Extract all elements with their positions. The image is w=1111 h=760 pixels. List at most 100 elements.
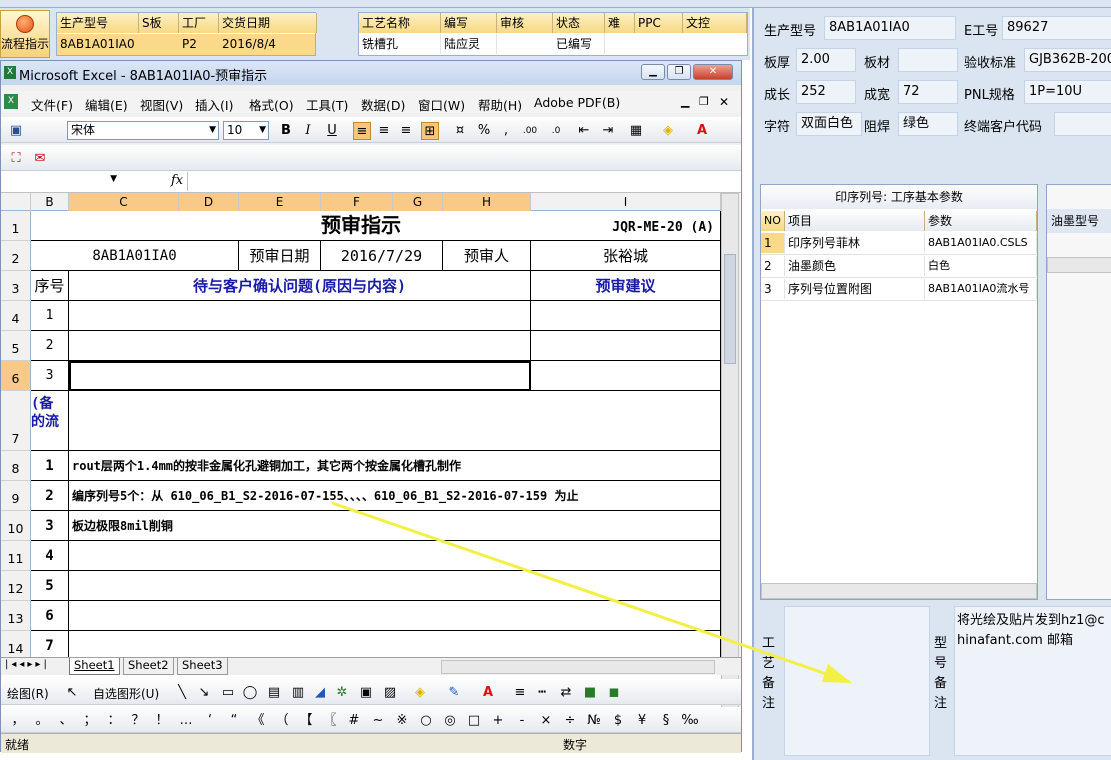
3d-icon[interactable]: ◼ — [605, 684, 623, 702]
symbol-button[interactable]: ？ — [129, 712, 147, 730]
row-header[interactable]: 6 — [1, 361, 31, 391]
issue-row-text[interactable] — [69, 331, 531, 361]
symbol-button[interactable]: 【 — [297, 712, 315, 730]
doc-restore-icon[interactable]: ❐ — [699, 95, 709, 108]
excel-titlebar[interactable]: X Microsoft Excel - 8AB1A01IA0-预审指示 ▁ ❐ … — [1, 61, 741, 85]
pdf-email-icon[interactable]: ✉ — [31, 150, 49, 168]
note-number[interactable]: 2 — [31, 481, 69, 511]
autoshape-menu[interactable]: 自选图形(U) — [93, 685, 159, 702]
name-box[interactable]: ▼ — [1, 173, 121, 190]
align-right-icon[interactable]: ≡ — [397, 122, 415, 140]
column-header[interactable]: E — [239, 193, 321, 211]
process-notes-input[interactable] — [784, 606, 930, 756]
row-header[interactable]: 8 — [1, 451, 31, 481]
oval-icon[interactable]: ◯ — [241, 684, 259, 702]
symbol-button[interactable]: ○ — [417, 712, 435, 730]
doc-minimize-icon[interactable]: ▁ — [681, 95, 689, 108]
column-header[interactable]: I — [531, 193, 721, 211]
horizontal-scrollbar[interactable] — [441, 660, 715, 674]
doc-close-icon[interactable]: ✕ — [719, 95, 729, 109]
shadow-icon[interactable]: ■ — [581, 684, 599, 702]
menu-window[interactable]: 窗口(W) — [418, 95, 465, 114]
issue-row-text[interactable] — [69, 301, 531, 331]
symbol-button[interactable]: × — [537, 712, 555, 730]
row-header[interactable]: 1 — [1, 211, 31, 241]
vertical-scrollbar[interactable] — [721, 193, 739, 715]
note-number[interactable]: 3 — [31, 511, 69, 541]
note-number[interactable]: 1 — [31, 451, 69, 481]
column-header[interactable]: H — [443, 193, 531, 211]
note-number[interactable]: 6 — [31, 601, 69, 631]
field-acceptance-standard[interactable]: GJB362B-200 — [1024, 48, 1111, 72]
vertical-textbox-icon[interactable]: ▥ — [289, 684, 307, 702]
field-solder-mask[interactable]: 绿色 — [898, 112, 958, 136]
param-horizontal-scrollbar[interactable] — [761, 583, 1037, 599]
menu-view[interactable]: 视图(V) — [140, 95, 183, 114]
row-header[interactable]: 12 — [1, 571, 31, 601]
issue-row-no[interactable]: 1 — [31, 301, 69, 331]
note-text[interactable]: 编序列号5个：从 610_06_B1_S2-2016-07-155、、、、610… — [69, 481, 721, 511]
arrow-icon[interactable]: ↘ — [195, 684, 213, 702]
param-row[interactable]: 1 印序列号菲林 8AB1A01IA0.CSLS — [761, 233, 1037, 255]
symbol-button[interactable]: $ — [609, 712, 627, 730]
section-body[interactable] — [69, 391, 721, 451]
symbol-button[interactable]: ◎ — [441, 712, 459, 730]
symbol-button[interactable]: + — [489, 712, 507, 730]
menu-file[interactable]: 文件(F) — [31, 95, 73, 114]
field-legend[interactable]: 双面白色 — [796, 112, 862, 136]
restore-button[interactable]: ❐ — [667, 64, 691, 80]
review-date-value[interactable]: 2016/7/29 — [321, 241, 443, 271]
symbol-button[interactable]: “ — [225, 712, 243, 730]
fill-color-icon[interactable]: ◈ — [411, 684, 429, 702]
symbol-button[interactable]: ： — [105, 712, 123, 730]
clipart-icon[interactable]: ▣ — [357, 684, 375, 702]
symbol-button[interactable]: ¥ — [633, 712, 651, 730]
param-row[interactable]: 2 油墨颜色 白色 — [761, 256, 1037, 278]
menu-insert[interactable]: 插入(I) — [195, 95, 233, 114]
field-e-number[interactable]: 89627 — [1002, 16, 1111, 40]
symbol-button[interactable]: … — [177, 712, 195, 730]
symbol-button[interactable]: § — [657, 712, 675, 730]
column-header[interactable]: D — [179, 193, 239, 211]
field-end-customer-code[interactable] — [1054, 112, 1111, 136]
issue-row-suggest[interactable] — [531, 301, 721, 331]
scrollbar-thumb[interactable] — [724, 254, 736, 364]
model-cell[interactable]: 8AB1A01IA0 — [31, 241, 239, 271]
tab-nav-arrows-icon[interactable]: |◂◂▸▸| — [5, 659, 50, 670]
minimize-button[interactable]: ▁ — [641, 64, 665, 80]
param-row[interactable]: 3 序列号位置附图 8AB1A01IA0流水号 — [761, 279, 1037, 301]
align-center-icon[interactable]: ≡ — [375, 122, 393, 140]
doc-code[interactable]: JQR-ME-20 (A) — [531, 211, 721, 241]
decrease-decimal-icon[interactable]: .0 — [547, 122, 565, 140]
menu-format[interactable]: 格式(O) — [249, 95, 294, 114]
symbol-button[interactable]: □ — [465, 712, 483, 730]
column-header[interactable]: G — [393, 193, 443, 211]
menu-adobe-pdf[interactable]: Adobe PDF(B) — [534, 95, 620, 110]
symbol-button[interactable]: 〖 — [321, 712, 339, 730]
symbol-button[interactable]: ※ — [393, 712, 411, 730]
excel-window[interactable]: X Microsoft Excel - 8AB1A01IA0-预审指示 ▁ ❐ … — [0, 60, 742, 753]
line-icon[interactable]: ╲ — [173, 684, 191, 702]
note-number[interactable]: 5 — [31, 571, 69, 601]
flow-instruction-button[interactable]: 流程指示 — [0, 10, 50, 58]
note-text[interactable]: rout层两个1.4mm的按非金属化孔避铜加工，其它两个按金属化槽孔制作 — [69, 451, 721, 481]
symbol-button[interactable]: № — [585, 712, 603, 730]
fill-color-icon[interactable]: ◈ — [659, 122, 677, 140]
symbol-button[interactable]: - — [513, 712, 531, 730]
row-header[interactable]: 10 — [1, 511, 31, 541]
note-text[interactable] — [69, 541, 721, 571]
draw-menu[interactable]: 绘图(R) — [7, 685, 49, 702]
currency-icon[interactable]: ¤ — [451, 122, 469, 140]
row-header[interactable]: 2 — [1, 241, 31, 271]
symbol-button[interactable]: 、 — [57, 712, 75, 730]
ink-horizontal-scrollbar[interactable] — [1047, 257, 1111, 273]
review-date-label[interactable]: 预审日期 — [239, 241, 321, 271]
process-grid[interactable]: 工艺名称 编写 审核 状态 难 PPC 文控 铣槽孔 陆应灵 已编写 — [358, 12, 748, 56]
row-header[interactable]: 3 — [1, 271, 31, 301]
row-header[interactable]: 13 — [1, 601, 31, 631]
sheet-title[interactable]: 预审指示 — [31, 211, 531, 241]
pdf-convert-icon[interactable]: ⛶ — [7, 150, 25, 168]
bold-icon[interactable]: B — [277, 122, 295, 140]
field-length[interactable]: 252 — [796, 80, 856, 104]
textbox-icon[interactable]: ▤ — [265, 684, 283, 702]
